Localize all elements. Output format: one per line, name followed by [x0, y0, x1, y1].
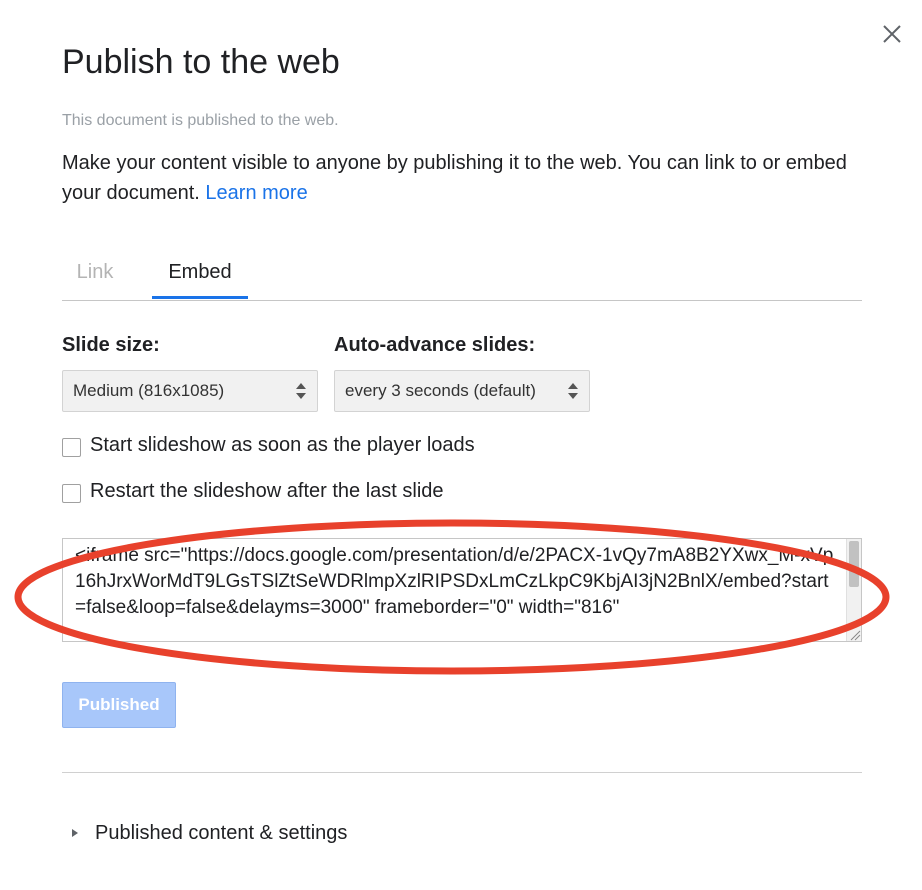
close-icon: [883, 25, 901, 43]
close-button[interactable]: [876, 18, 908, 50]
published-button[interactable]: Published: [62, 682, 176, 728]
slide-size-select[interactable]: Medium (816x1085): [62, 370, 318, 412]
tab-link[interactable]: Link: [62, 250, 128, 298]
description-text: Make your content visible to anyone by p…: [62, 152, 847, 204]
publish-tabs: Link Embed: [62, 250, 862, 301]
auto-advance-label: Auto-advance slides:: [334, 334, 536, 356]
learn-more-link[interactable]: Learn more: [205, 182, 307, 204]
updown-arrows-icon: [295, 371, 307, 411]
auto-advance-select[interactable]: every 3 seconds (default): [334, 370, 590, 412]
start-on-load-label: Start slideshow as soon as the player lo…: [90, 434, 475, 456]
auto-advance-value: every 3 seconds (default): [345, 381, 536, 400]
publish-dialog: Publish to the web This document is publ…: [0, 0, 922, 890]
resize-grip-icon[interactable]: [847, 627, 861, 641]
restart-after-last-label: Restart the slideshow after the last sli…: [90, 480, 444, 502]
start-on-load-checkbox[interactable]: [62, 438, 81, 457]
slide-size-label: Slide size:: [62, 334, 160, 356]
restart-after-last-checkbox[interactable]: [62, 484, 81, 503]
dialog-title: Publish to the web: [62, 43, 340, 81]
slide-size-value: Medium (816x1085): [73, 381, 225, 400]
publish-status: This document is published to the web.: [62, 112, 339, 129]
updown-arrows-icon: [567, 371, 579, 411]
scrollbar-thumb[interactable]: [849, 541, 859, 587]
embed-code-text: <iframe src="https://docs.google.com/pre…: [75, 545, 834, 618]
caret-right-icon: [72, 829, 78, 837]
tab-embed[interactable]: Embed: [152, 250, 248, 299]
dialog-description: Make your content visible to anyone by p…: [62, 148, 862, 208]
embed-code-textarea[interactable]: <iframe src="https://docs.google.com/pre…: [62, 538, 862, 642]
published-settings-label: Published content & settings: [95, 822, 348, 844]
section-divider: [62, 772, 862, 773]
embed-scrollbar[interactable]: [846, 539, 861, 641]
